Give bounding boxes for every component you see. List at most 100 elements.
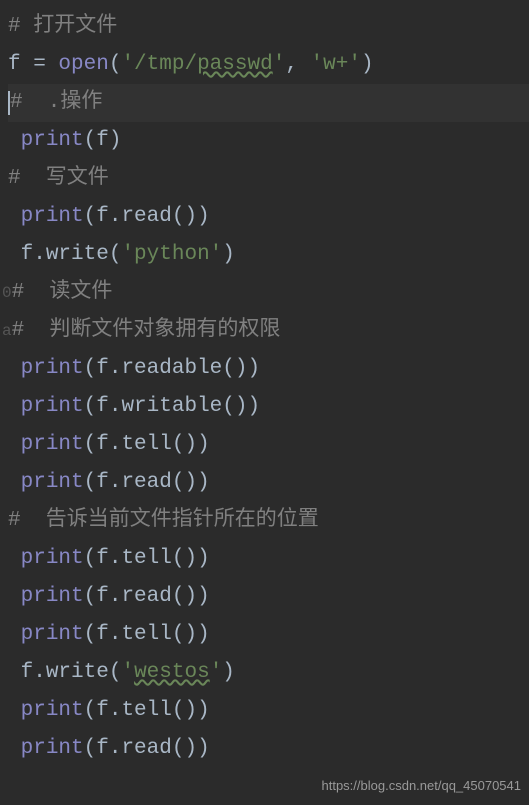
open-paren: ( bbox=[109, 236, 122, 274]
variable-ref: f bbox=[96, 350, 109, 388]
code-line[interactable]: print(f.tell()) bbox=[8, 692, 529, 730]
dot-operator: . bbox=[109, 540, 122, 578]
comment-text: # 判断文件对象拥有的权限 bbox=[12, 312, 281, 350]
string-literal: ' bbox=[210, 654, 223, 692]
code-line[interactable]: print(f.readable()) bbox=[8, 350, 529, 388]
close-paren: ) bbox=[197, 578, 210, 616]
open-paren: ( bbox=[222, 350, 235, 388]
open-paren: ( bbox=[84, 426, 97, 464]
code-line[interactable]: f = open('/tmp/passwd', 'w+') bbox=[8, 46, 529, 84]
string-literal: 'python' bbox=[121, 236, 222, 274]
code-line[interactable]: print(f.read()) bbox=[8, 464, 529, 502]
indent bbox=[8, 198, 21, 236]
builtin-func: print bbox=[21, 692, 84, 730]
close-paren: ) bbox=[184, 426, 197, 464]
arg-separator: , bbox=[285, 46, 310, 84]
indent bbox=[8, 388, 21, 426]
open-paren: ( bbox=[172, 426, 185, 464]
code-line[interactable]: f.write('westos') bbox=[8, 654, 529, 692]
code-line[interactable]: print(f) bbox=[8, 122, 529, 160]
open-paren: ( bbox=[84, 198, 97, 236]
method-name: tell bbox=[121, 616, 171, 654]
dot-operator: . bbox=[33, 654, 46, 692]
close-paren: ) bbox=[184, 540, 197, 578]
builtin-func: print bbox=[21, 426, 84, 464]
code-line[interactable]: a# 判断文件对象拥有的权限 bbox=[8, 312, 529, 350]
close-paren: ) bbox=[235, 388, 248, 426]
builtin-func: print bbox=[21, 388, 84, 426]
variable-ref: f bbox=[96, 388, 109, 426]
builtin-func: print bbox=[21, 730, 84, 768]
dot-operator: . bbox=[109, 578, 122, 616]
dot-operator: . bbox=[109, 730, 122, 768]
comment-text: # 读文件 bbox=[12, 274, 113, 312]
watermark-text: https://blog.csdn.net/qq_45070541 bbox=[322, 774, 522, 797]
code-line[interactable]: print(f.read()) bbox=[8, 578, 529, 616]
string-literal: '/tmp/ bbox=[121, 46, 197, 84]
variable-ref: f bbox=[96, 426, 109, 464]
variable-ref: f bbox=[96, 616, 109, 654]
method-name: read bbox=[121, 464, 171, 502]
indent bbox=[8, 578, 21, 616]
open-paren: ( bbox=[84, 464, 97, 502]
dot-operator: . bbox=[109, 388, 122, 426]
code-line[interactable]: print(f.read()) bbox=[8, 198, 529, 236]
open-paren: ( bbox=[84, 540, 97, 578]
method-name: write bbox=[46, 654, 109, 692]
builtin-func: print bbox=[21, 464, 84, 502]
code-editor[interactable]: # 打开文件f = open('/tmp/passwd', 'w+')# .操作… bbox=[8, 8, 529, 768]
code-line[interactable]: f.write('python') bbox=[8, 236, 529, 274]
indent bbox=[8, 464, 21, 502]
code-line[interactable]: # .操作 bbox=[8, 84, 529, 122]
code-line[interactable]: # 打开文件 bbox=[8, 8, 529, 46]
open-paren: ( bbox=[172, 730, 185, 768]
open-paren: ( bbox=[172, 578, 185, 616]
open-paren: ( bbox=[84, 730, 97, 768]
variable-ref: f bbox=[96, 198, 109, 236]
builtin-func: print bbox=[21, 122, 84, 160]
close-paren: ) bbox=[197, 198, 210, 236]
method-name: read bbox=[121, 578, 171, 616]
variable-ref: f bbox=[96, 692, 109, 730]
code-line[interactable]: print(f.tell()) bbox=[8, 426, 529, 464]
method-name: writable bbox=[121, 388, 222, 426]
builtin-func: print bbox=[21, 350, 84, 388]
open-paren: ( bbox=[84, 350, 97, 388]
code-line[interactable]: 0# 读文件 bbox=[8, 274, 529, 312]
open-paren: ( bbox=[84, 578, 97, 616]
method-name: read bbox=[121, 730, 171, 768]
indent bbox=[8, 692, 21, 730]
open-paren: ( bbox=[84, 388, 97, 426]
close-paren: ) bbox=[184, 198, 197, 236]
comment-text: # 打开文件 bbox=[8, 8, 117, 46]
dot-operator: . bbox=[109, 198, 122, 236]
close-paren: ) bbox=[184, 692, 197, 730]
dot-operator: . bbox=[109, 464, 122, 502]
method-name: tell bbox=[121, 540, 171, 578]
variable-ref: f bbox=[21, 236, 34, 274]
gutter-char: a bbox=[2, 317, 12, 346]
close-paren: ) bbox=[197, 730, 210, 768]
string-literal-warn: passwd bbox=[197, 46, 273, 84]
variable-ref: f bbox=[96, 540, 109, 578]
close-paren: ) bbox=[361, 46, 374, 84]
code-line[interactable]: # 写文件 bbox=[8, 160, 529, 198]
gutter-char: 0 bbox=[2, 279, 12, 308]
method-name: tell bbox=[121, 692, 171, 730]
dot-operator: . bbox=[109, 692, 122, 730]
code-line[interactable]: # 告诉当前文件指针所在的位置 bbox=[8, 502, 529, 540]
code-line[interactable]: print(f.writable()) bbox=[8, 388, 529, 426]
variable-name: f bbox=[8, 46, 21, 84]
open-paren: ( bbox=[172, 464, 185, 502]
string-literal: ' bbox=[121, 654, 134, 692]
code-line[interactable]: print(f.tell()) bbox=[8, 540, 529, 578]
builtin-func: print bbox=[21, 198, 84, 236]
variable-ref: f bbox=[96, 464, 109, 502]
close-paren: ) bbox=[197, 464, 210, 502]
comment-text: # 写文件 bbox=[8, 160, 109, 198]
code-line[interactable]: print(f.tell()) bbox=[8, 616, 529, 654]
assign-operator: = bbox=[21, 46, 59, 84]
comment-text: # 告诉当前文件指针所在的位置 bbox=[8, 502, 319, 540]
indent bbox=[8, 540, 21, 578]
code-line[interactable]: print(f.read()) bbox=[8, 730, 529, 768]
